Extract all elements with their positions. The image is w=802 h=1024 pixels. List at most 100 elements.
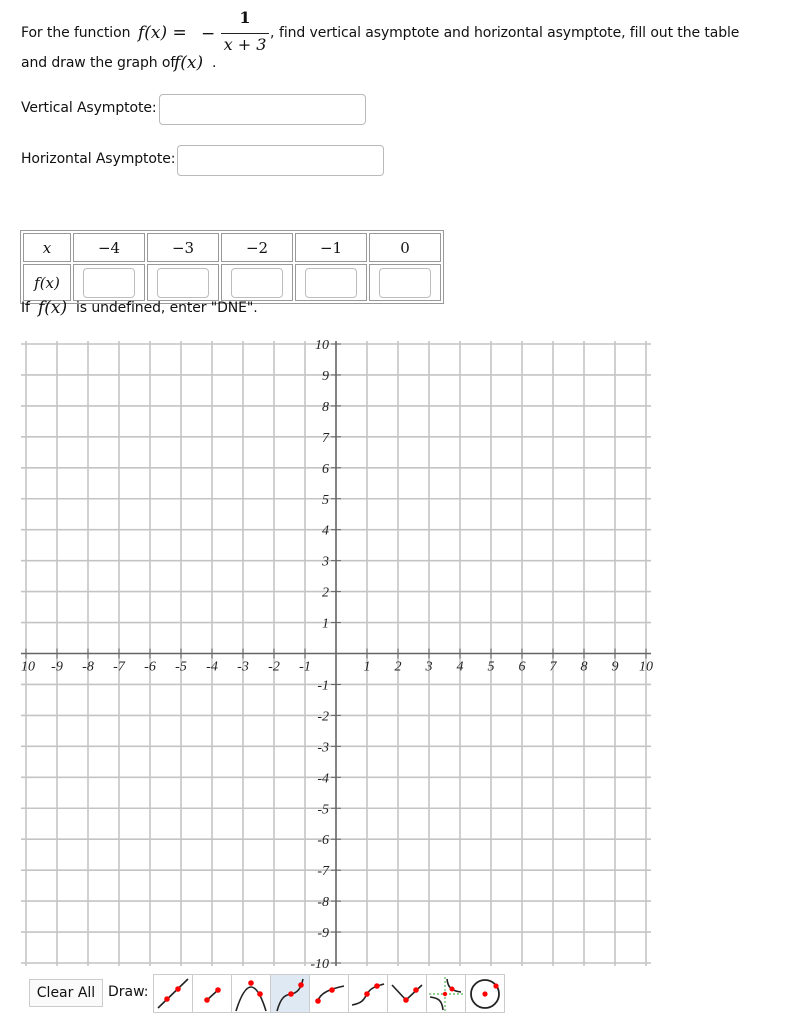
note-func: f(x) (38, 298, 68, 318)
x-tick-label: 5 (488, 660, 495, 675)
fx-cell (295, 264, 367, 301)
x-tick-label: -4 (206, 660, 218, 675)
question-line2: and draw the graph of (21, 55, 176, 71)
y-tick-label: 8 (322, 400, 329, 415)
fx-input[interactable] (379, 267, 431, 298)
question-line2-period: . (212, 55, 217, 71)
x-tick-label: -9 (51, 660, 63, 675)
x-tick-label: -7 (113, 660, 126, 675)
segment-icon (204, 987, 221, 1003)
y-tick-label: -7 (317, 864, 330, 879)
sqrt-icon (315, 985, 345, 1004)
x-tick-label: -2 (268, 660, 280, 675)
x-value: 0 (369, 233, 441, 262)
x-tick-label: 10 (639, 660, 653, 675)
table-row-x: x −4 −3 −2 −1 0 (23, 233, 441, 262)
y-tick-label: -3 (317, 740, 329, 755)
x-tick-label: 9 (612, 660, 619, 675)
x-tick-label: 6 (519, 660, 526, 675)
y-tick-label: 3 (321, 555, 329, 570)
y-tick-label: 9 (322, 369, 329, 384)
fx-input[interactable] (305, 267, 357, 298)
draw-toolbar (153, 974, 505, 1013)
note-prefix: If (21, 300, 30, 316)
y-tick-label: -8 (317, 895, 329, 910)
y-tick-label: -6 (317, 833, 329, 848)
x-value: −3 (147, 233, 219, 262)
tool-cubic[interactable] (271, 975, 310, 1012)
x-tick-label: -1 (299, 660, 311, 675)
fx-cell (221, 264, 293, 301)
fraction-denominator: x + 3 (223, 35, 267, 54)
x-tick-label: -6 (144, 660, 156, 675)
x-tick-label: 10 (21, 660, 35, 675)
tool-absolute-value[interactable] (388, 975, 427, 1012)
fraction-bar (221, 33, 269, 34)
cuberoot-icon (351, 983, 385, 1006)
tool-parabola[interactable] (232, 975, 271, 1012)
rational-icon (429, 977, 463, 1011)
y-tick-label: 2 (322, 586, 329, 601)
tool-line[interactable] (154, 975, 193, 1012)
fx-input[interactable] (231, 267, 283, 298)
clear-all-button[interactable]: Clear All (29, 979, 103, 1007)
y-tick-label: -4 (317, 771, 329, 786)
fx-cell (73, 264, 145, 301)
x-tick-label: 3 (425, 660, 433, 675)
x-tick-label: 2 (395, 660, 402, 675)
y-tick-label: -2 (317, 709, 329, 724)
y-tick-label: 4 (322, 524, 329, 539)
horizontal-asymptote-label: Horizontal Asymptote: (21, 151, 176, 167)
fx-input[interactable] (83, 267, 135, 298)
y-tick-label: -10 (310, 957, 329, 972)
y-tick-label: -9 (317, 926, 329, 941)
circle-icon (470, 979, 500, 1009)
fx-cell (147, 264, 219, 301)
y-tick-label: -5 (317, 802, 329, 817)
x-tick-label: -5 (175, 660, 187, 675)
y-tick-label: 10 (315, 338, 329, 353)
x-header: x (23, 233, 71, 262)
question-comma: , (270, 25, 275, 41)
graph-canvas[interactable]: 10 -9 -8 -7 -6 -5 -4 -3 -2 -1 1 2 3 4 5 6 7 8 9 10 10 9 8 7 6 5 4 3… (0, 325, 680, 973)
x-tick-label: -8 (82, 660, 94, 675)
y-tick-label: 1 (322, 617, 329, 632)
fx-cell (369, 264, 441, 301)
question-line2-func: f(x) (174, 53, 204, 73)
horizontal-asymptote-input[interactable] (177, 145, 384, 176)
x-tick-label: -3 (237, 660, 249, 675)
function-lhs: f(x) = (138, 23, 187, 43)
fx-header: f(x) (23, 264, 71, 301)
parabola-icon (235, 980, 267, 1012)
y-tick-label: 7 (322, 431, 330, 446)
x-value: −1 (295, 233, 367, 262)
tool-sqrt[interactable] (310, 975, 349, 1012)
x-value: −2 (221, 233, 293, 262)
y-tick-label: 5 (322, 493, 329, 508)
x-tick-label: 1 (364, 660, 371, 675)
vertical-asymptote-input[interactable] (159, 94, 366, 125)
table-row-fx: f(x) (23, 264, 441, 301)
tool-rational[interactable] (427, 975, 466, 1012)
vertical-asymptote-label: Vertical Asymptote: (21, 100, 157, 116)
function-minus: − (201, 24, 216, 44)
x-tick-label: 8 (581, 660, 588, 675)
x-value: −4 (73, 233, 145, 262)
x-tick-label: 7 (550, 660, 558, 675)
draw-label: Draw: (108, 984, 149, 1000)
note-suffix: is undefined, enter "DNE". (76, 300, 258, 316)
tool-segment[interactable] (193, 975, 232, 1012)
question-intro: For the function (21, 25, 131, 41)
x-tick-label: 4 (457, 660, 464, 675)
fraction-numerator: 1 (239, 8, 251, 27)
tool-cuberoot[interactable] (349, 975, 388, 1012)
values-table: x −4 −3 −2 −1 0 f(x) (20, 230, 444, 304)
y-tick-label: -1 (317, 678, 329, 693)
fx-input[interactable] (157, 267, 209, 298)
line-icon (157, 978, 189, 1009)
absolute-value-icon (391, 984, 423, 1003)
cubic-icon (276, 978, 304, 1012)
question-instruction: find vertical asymptote and horizontal a… (279, 25, 740, 41)
y-tick-label: 6 (322, 462, 329, 477)
tool-circle[interactable] (466, 975, 504, 1012)
